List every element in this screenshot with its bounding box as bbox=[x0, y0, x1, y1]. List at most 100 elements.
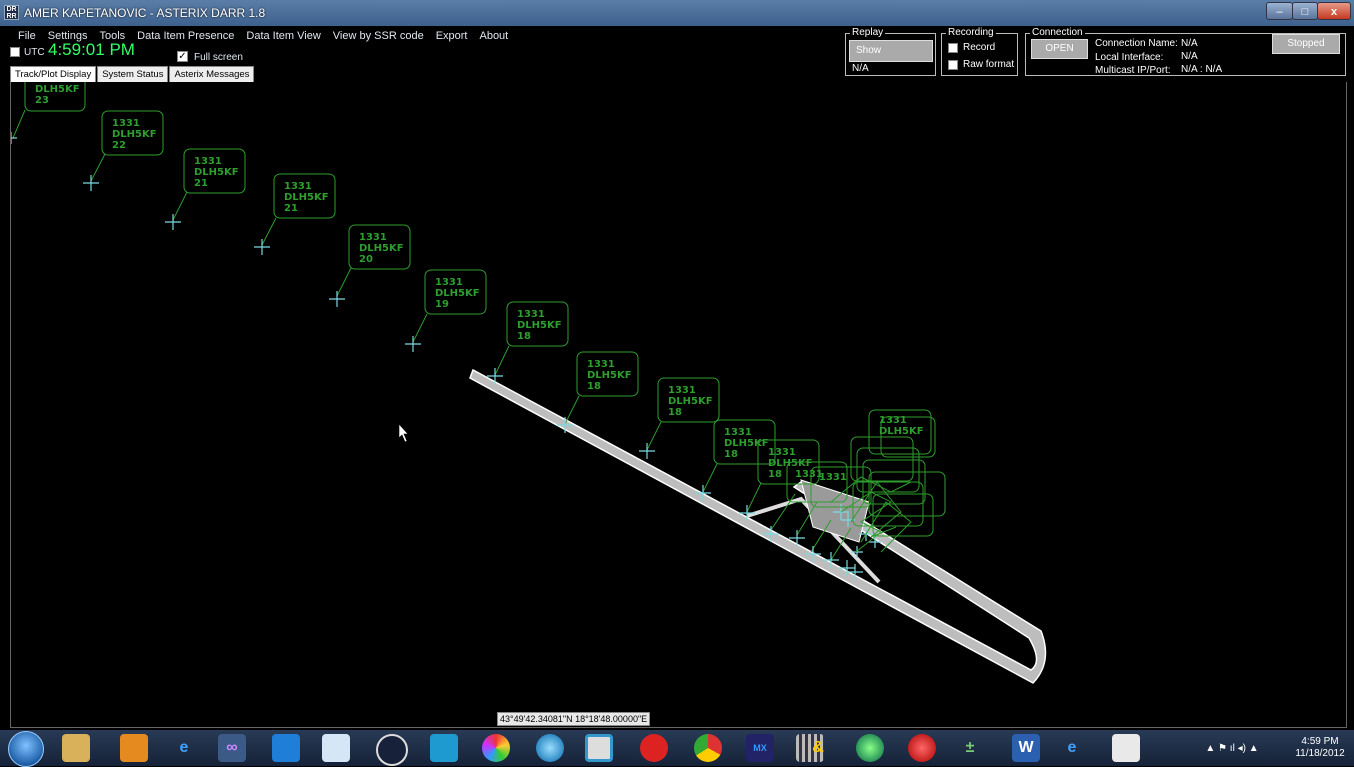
replay-show-button[interactable]: Show bbox=[849, 40, 933, 62]
raw-format-checkbox[interactable] bbox=[948, 60, 958, 70]
track-flight-level: 21 bbox=[284, 203, 298, 214]
track-ssr: 1331 bbox=[112, 118, 140, 129]
raw-format-label: Raw format bbox=[963, 59, 1015, 70]
track-callsign: DLH5KF bbox=[768, 458, 813, 469]
picasa-icon[interactable] bbox=[482, 734, 510, 762]
track-flight-level: 18 bbox=[587, 381, 601, 392]
google-earth-icon[interactable] bbox=[376, 734, 408, 766]
track-flight-level: 18 bbox=[768, 469, 782, 480]
menu-file[interactable]: File bbox=[18, 30, 36, 42]
utc-checkbox[interactable] bbox=[10, 47, 20, 57]
tab-asterix-messages[interactable]: Asterix Messages bbox=[169, 66, 255, 83]
track-label[interactable]: DLH5KF 23 bbox=[24, 82, 86, 112]
tray-time: 4:59 PM bbox=[1301, 736, 1339, 747]
leader-line bbox=[412, 313, 428, 343]
tab-system-status[interactable]: System Status bbox=[97, 66, 169, 83]
globe-green-icon[interactable] bbox=[856, 734, 884, 762]
menu-view-by-ssr-code[interactable]: View by SSR code bbox=[333, 30, 424, 42]
media-player-icon[interactable] bbox=[120, 734, 148, 762]
red-app-icon[interactable] bbox=[908, 734, 936, 762]
track-callsign: DLH5KF bbox=[284, 192, 329, 203]
track-label[interactable]: 1331 DLH5KF 20 bbox=[348, 224, 411, 270]
track-callsign: DLH5KF bbox=[587, 370, 632, 381]
track-ssr: 1331 bbox=[668, 385, 696, 396]
plot-cross bbox=[639, 443, 655, 459]
track-label[interactable]: 1331 DLH5KF 18 bbox=[506, 301, 569, 347]
track-ssr: 1331 bbox=[359, 232, 387, 243]
track-ssr: 1331 bbox=[819, 472, 847, 483]
track-flight-level: 20 bbox=[359, 254, 373, 265]
track-label[interactable]: 1331 DLH5KF 18 bbox=[713, 419, 776, 465]
multicast-label: Multicast IP/Port: bbox=[1095, 65, 1171, 76]
internet-explorer-2-icon[interactable]: e bbox=[1058, 734, 1086, 762]
track-callsign: DLH5KF bbox=[879, 426, 924, 437]
menu-data-item-view[interactable]: Data Item View bbox=[246, 30, 320, 42]
track-label[interactable]: 1331 DLH5KF 19 bbox=[424, 269, 487, 315]
chrome-icon[interactable] bbox=[694, 734, 722, 762]
connection-legend: Connection bbox=[1032, 27, 1083, 38]
app-square-icon[interactable] bbox=[585, 734, 613, 762]
ccleaner-icon[interactable] bbox=[640, 734, 668, 762]
explorer-folder-icon[interactable] bbox=[62, 734, 90, 762]
leader-line bbox=[494, 345, 510, 376]
leader-line bbox=[12, 109, 26, 139]
chain-app-icon[interactable]: ∞ bbox=[218, 734, 246, 762]
track-ssr: 1331 bbox=[284, 181, 312, 192]
track-flight-level: 18 bbox=[517, 331, 531, 342]
open-connection-button[interactable]: OPEN bbox=[1031, 39, 1088, 59]
plot-cross bbox=[83, 175, 99, 191]
wave-app-icon[interactable] bbox=[430, 734, 458, 762]
mx-app-icon[interactable]: MX bbox=[746, 734, 774, 762]
track-flight-level: 23 bbox=[35, 95, 49, 106]
hand-app-icon[interactable] bbox=[322, 734, 350, 762]
track-callsign: DLH5KF bbox=[435, 288, 480, 299]
track-label[interactable]: 1331 DLH5KF 21 bbox=[273, 173, 336, 219]
app-icon: DR RR bbox=[4, 5, 19, 20]
calc-app-icon[interactable]: ± bbox=[956, 734, 984, 762]
track-label[interactable]: 1331 DLH5KF 18 bbox=[657, 377, 720, 423]
menu-export[interactable]: Export bbox=[436, 30, 468, 42]
menu-data-item-presence[interactable]: Data Item Presence bbox=[137, 30, 234, 42]
outlook-icon[interactable] bbox=[272, 734, 300, 762]
track-callsign: DLH5KF bbox=[194, 167, 239, 178]
replay-status: N/A bbox=[852, 63, 869, 74]
track-label[interactable]: 1331 DLH5KF 22 bbox=[101, 110, 164, 156]
utc-label: UTC bbox=[24, 47, 45, 58]
track-ssr: 1331 bbox=[194, 156, 222, 167]
track-callsign: DLH5KF bbox=[724, 438, 769, 449]
tray-icons[interactable]: ▲ ⚑ ıl ◂) ▲ bbox=[1184, 734, 1280, 762]
minimize-button[interactable]: – bbox=[1266, 2, 1293, 20]
track-label[interactable]: 1331 DLH5KF 21 bbox=[183, 148, 246, 194]
notepad-icon[interactable] bbox=[1112, 734, 1140, 762]
clock-display: 4:59:01 PM bbox=[48, 40, 135, 59]
radar-map-svg[interactable]: DLH5KF 23 1331 DLH5KF 22 1331 DLH5KF 21 … bbox=[11, 82, 1346, 727]
track-plot-display[interactable]: DLH5KF 23 1331 DLH5KF 22 1331 DLH5KF 21 … bbox=[10, 82, 1347, 728]
windows-start-icon[interactable] bbox=[8, 731, 44, 767]
record-checkbox[interactable] bbox=[948, 43, 958, 53]
track-labels: DLH5KF 23 1331 DLH5KF 22 1331 DLH5KF 21 … bbox=[24, 82, 946, 537]
stopped-button[interactable]: Stopped bbox=[1272, 34, 1340, 54]
window-title: AMER KAPETANOVIC - ASTERIX DARR 1.8 bbox=[24, 6, 266, 20]
menu-about[interactable]: About bbox=[479, 30, 508, 42]
track-label[interactable]: 1331 DLH5KF 18 bbox=[576, 351, 639, 397]
maximize-button[interactable]: □ bbox=[1292, 2, 1318, 20]
leader-line bbox=[564, 395, 580, 425]
link-app-icon[interactable]: & bbox=[804, 734, 832, 762]
title-bar: DR RR AMER KAPETANOVIC - ASTERIX DARR 1.… bbox=[0, 0, 1354, 26]
track-callsign: DLH5KF bbox=[35, 84, 80, 95]
cluster-box bbox=[850, 436, 914, 482]
internet-explorer-icon[interactable]: e bbox=[170, 734, 198, 762]
taskbar: e ∞ MX & ± W e ▲ ⚑ ıl ◂) ▲ bbox=[0, 730, 1354, 767]
track-flight-level: 18 bbox=[724, 449, 738, 460]
tray-date: 11/18/2012 bbox=[1295, 748, 1345, 759]
close-button[interactable]: x bbox=[1317, 2, 1351, 20]
globe-icon[interactable] bbox=[536, 734, 564, 762]
track-flight-level: 18 bbox=[668, 407, 682, 418]
track-flight-level: 21 bbox=[194, 178, 208, 189]
track-callsign: DLH5KF bbox=[112, 129, 157, 140]
fullscreen-checkbox[interactable]: ✓ bbox=[177, 51, 188, 62]
track-ssr: 1331 bbox=[435, 277, 463, 288]
tray-clock[interactable]: 4:59 PM 11/18/2012 bbox=[1290, 736, 1350, 760]
track-ssr: 1331 bbox=[517, 309, 545, 320]
word-icon[interactable]: W bbox=[1012, 734, 1040, 762]
